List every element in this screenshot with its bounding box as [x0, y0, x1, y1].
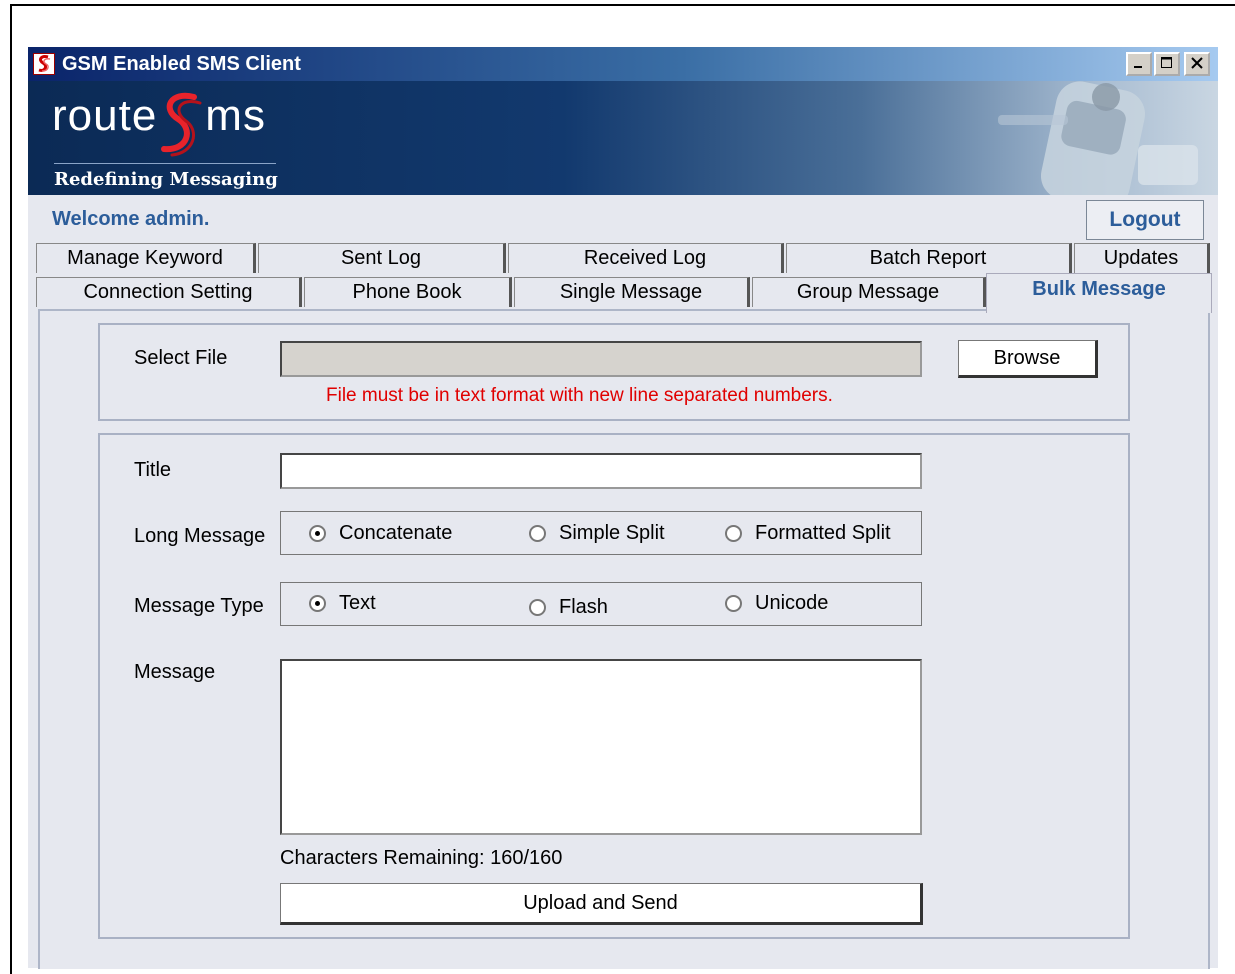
- radio-label: Unicode: [755, 592, 829, 614]
- radio-text[interactable]: Text: [309, 592, 376, 615]
- long-message-label: Long Message: [134, 525, 266, 547]
- app-window: GSM Enabled SMS Client route ms Redefinin…: [27, 47, 1218, 969]
- radio-label: Text: [339, 592, 376, 614]
- logout-button[interactable]: Logout: [1086, 200, 1204, 240]
- message-textarea[interactable]: [280, 659, 922, 835]
- tab-single-message[interactable]: Single Message: [514, 277, 750, 307]
- brand-tagline: Redefining Messaging: [54, 169, 278, 190]
- browse-button[interactable]: Browse: [958, 340, 1098, 378]
- radio-label: Simple Split: [559, 522, 665, 544]
- title-bar[interactable]: GSM Enabled SMS Client: [28, 47, 1218, 81]
- logo-text-ms: ms: [205, 91, 266, 140]
- radio-unselected-icon: [725, 595, 742, 612]
- logo-divider: [54, 163, 276, 164]
- message-label: Message: [134, 661, 216, 683]
- tab-manage-keyword[interactable]: Manage Keyword: [36, 243, 256, 273]
- minimize-icon: [1134, 66, 1142, 68]
- select-file-label: Select File: [134, 347, 228, 369]
- radio-unselected-icon: [529, 525, 546, 542]
- tab-received-log[interactable]: Received Log: [508, 243, 784, 273]
- tab-connection-setting[interactable]: Connection Setting: [36, 277, 302, 307]
- radio-selected-icon: [309, 525, 326, 542]
- tab-group-message[interactable]: Group Message: [752, 277, 986, 307]
- logo-text-route: route: [52, 91, 158, 140]
- upload-and-send-button[interactable]: Upload and Send: [280, 883, 923, 925]
- file-format-hint: File must be in text format with new lin…: [326, 385, 833, 406]
- title-input[interactable]: [280, 453, 922, 489]
- tab-batch-report[interactable]: Batch Report: [786, 243, 1072, 273]
- radio-flash[interactable]: Flash: [529, 596, 608, 619]
- file-path-field[interactable]: [280, 341, 922, 377]
- logo-s-icon: [161, 92, 202, 157]
- radio-label: Concatenate: [339, 522, 453, 544]
- phone-image: [998, 81, 1198, 195]
- close-button[interactable]: [1184, 52, 1210, 76]
- radio-simple-split[interactable]: Simple Split: [529, 522, 665, 545]
- brand-banner: route ms Redefining Messaging: [28, 81, 1218, 195]
- tab-updates[interactable]: Updates: [1074, 243, 1210, 273]
- tab-phone-book[interactable]: Phone Book: [304, 277, 512, 307]
- long-message-options: Concatenate Simple Split Formatted Split: [280, 511, 922, 555]
- radio-formatted-split[interactable]: Formatted Split: [725, 522, 891, 545]
- tab-bulk-message[interactable]: Bulk Message: [986, 273, 1212, 313]
- radio-unselected-icon: [529, 599, 546, 616]
- radio-label: Flash: [559, 596, 608, 618]
- radio-unicode[interactable]: Unicode: [725, 592, 828, 615]
- title-label: Title: [134, 459, 172, 481]
- radio-concatenate[interactable]: Concatenate: [309, 522, 452, 545]
- app-icon: [33, 53, 55, 75]
- radio-selected-icon: [309, 595, 326, 612]
- minimize-button[interactable]: [1126, 52, 1152, 76]
- message-type-options: Text Flash Unicode: [280, 582, 922, 626]
- welcome-message: Welcome admin.: [52, 208, 210, 230]
- radio-label: Formatted Split: [755, 522, 891, 544]
- maximize-icon: [1161, 57, 1172, 68]
- message-details-group: Title Long Message Concatenate Simple Sp…: [98, 433, 1130, 939]
- characters-remaining: Characters Remaining: 160/160: [280, 847, 563, 869]
- maximize-button[interactable]: [1154, 52, 1180, 76]
- content-area: Welcome admin. Logout Manage Keyword Sen…: [28, 195, 1218, 969]
- select-file-group: Select File Browse File must be in text …: [98, 323, 1130, 421]
- window-title: GSM Enabled SMS Client: [62, 53, 301, 75]
- bulk-message-panel: Select File Browse File must be in text …: [38, 309, 1210, 969]
- radio-unselected-icon: [725, 525, 742, 542]
- close-icon: [1191, 57, 1203, 69]
- tab-sent-log[interactable]: Sent Log: [258, 243, 506, 273]
- message-type-label: Message Type: [134, 595, 264, 617]
